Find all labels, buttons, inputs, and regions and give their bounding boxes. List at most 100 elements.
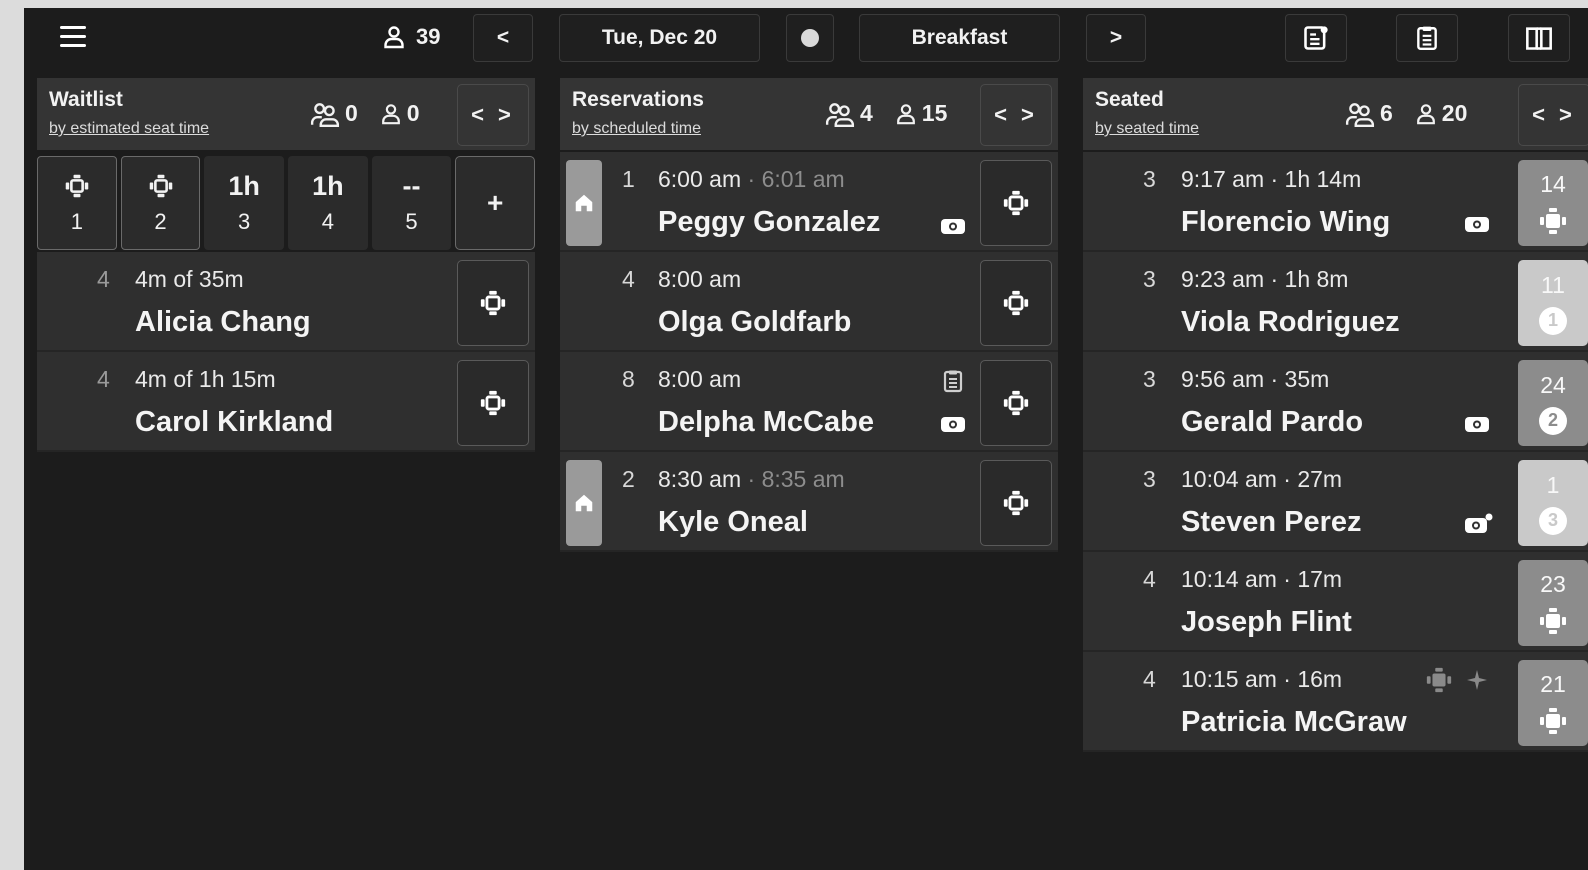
slot-number: 2 [154, 209, 167, 234]
seat-guest-button[interactable] [980, 460, 1052, 546]
table-icon [479, 389, 507, 417]
reservations-sort-link[interactable]: by scheduled time [572, 120, 701, 138]
slot-wait: 1h [312, 170, 344, 201]
home-icon [573, 492, 595, 514]
seat-guest-button[interactable] [457, 260, 529, 346]
parties-icon [1345, 101, 1375, 127]
seat-guest-button[interactable] [980, 260, 1052, 346]
table-icon [1538, 206, 1568, 236]
status-dot-icon [801, 29, 819, 47]
scheduled-time: 6:00 am [658, 166, 742, 192]
waitlist-slot[interactable]: 1h 4 [288, 156, 368, 250]
waitlist-title: Waitlist [49, 88, 123, 111]
seated-row[interactable]: 3 9:56 am · 35m Gerald Pardo 24 2 [1083, 352, 1588, 452]
party-size: 4 [1143, 666, 1156, 692]
reservations-counts: 4 15 [825, 100, 947, 127]
meal-selector-button[interactable]: Breakfast [859, 14, 1060, 62]
table-assignment[interactable]: 23 [1518, 560, 1588, 646]
total-covers-count: 39 [416, 24, 441, 49]
seated-expand-toggle[interactable]: < > [1518, 84, 1588, 146]
table-number: 23 [1540, 570, 1566, 597]
reservation-row[interactable]: 4 8:00 am Olga Goldfarb [560, 252, 1058, 352]
seated-row[interactable]: 4 10:15 am · 16m Patricia McGraw 21 [1083, 652, 1588, 752]
waitlist-row[interactable]: 4 4m of 35m Alicia Chang [37, 252, 535, 352]
table-assignment[interactable]: 24 2 [1518, 360, 1588, 446]
reservation-time: 8:30 am · 8:35 am [658, 466, 845, 493]
party-size: 1 [622, 166, 635, 192]
next-service-button[interactable]: > [1086, 14, 1146, 62]
arrived-indicator[interactable] [566, 460, 602, 546]
seated-time: 9:23 am · 1h 8m [1181, 266, 1349, 292]
floor-plan-button[interactable] [1508, 14, 1570, 62]
menu-icon[interactable] [60, 26, 86, 48]
wait-time: 4m of 35m [135, 266, 244, 292]
table-assignment[interactable]: 1 3 [1518, 460, 1588, 546]
table-assignment[interactable]: 11 1 [1518, 260, 1588, 346]
party-size: 2 [622, 466, 635, 492]
seated-row[interactable]: 4 10:14 am · 17m Joseph Flint 23 [1083, 552, 1588, 652]
seated-time: 9:17 am · 1h 14m [1181, 166, 1362, 192]
camera-icon [940, 216, 966, 236]
seated-title: Seated [1095, 88, 1164, 111]
table-assignment[interactable]: 21 [1518, 660, 1588, 746]
reservations-parties: 4 [860, 100, 873, 126]
camera-add-icon [1465, 513, 1493, 533]
parties-icon [825, 101, 855, 127]
slot-number: 1 [70, 209, 83, 234]
status-dot-button[interactable] [786, 14, 834, 62]
clipboard-button[interactable] [1396, 14, 1458, 62]
seated-sort-link[interactable]: by seated time [1095, 120, 1199, 138]
seat-guest-button[interactable] [980, 160, 1052, 246]
table-number: 21 [1540, 670, 1566, 697]
waitlist-slot[interactable]: -- 5 [371, 156, 452, 250]
table-number: 24 [1540, 371, 1566, 398]
seat-guest-button[interactable] [457, 360, 529, 446]
reservations-expand-toggle[interactable]: < > [980, 84, 1052, 146]
reservation-row[interactable]: 1 6:00 am · 6:01 am Peggy Gonzalez [560, 152, 1058, 252]
seated-row[interactable]: 3 9:17 am · 1h 14m Florencio Wing 14 [1083, 152, 1588, 252]
slot-number: 4 [321, 209, 334, 234]
table-icon [148, 173, 174, 199]
slot-number: 3 [238, 209, 251, 234]
waitlist-expand-toggle[interactable]: < > [457, 84, 529, 146]
scheduled-time: 8:00 am [658, 266, 742, 292]
reservation-row[interactable]: 2 8:30 am · 8:35 am Kyle Oneal [560, 452, 1058, 552]
guest-name: Viola Rodriguez [1181, 306, 1400, 338]
waitlist-slot[interactable]: 2 [120, 156, 201, 250]
add-waitlist-button[interactable]: + [455, 156, 535, 250]
seated-row[interactable]: 3 10:04 am · 27m Steven Perez 1 3 [1083, 452, 1588, 552]
date-picker-button[interactable]: Tue, Dec 20 [559, 14, 760, 62]
waitlist-sort-link[interactable]: by estimated seat time [49, 120, 209, 138]
slot-wait: 1h [228, 170, 260, 201]
seat-guest-button[interactable] [980, 360, 1052, 446]
waitlist-row[interactable]: 4 4m of 1h 15m Carol Kirkland [37, 352, 535, 452]
seated-time: 9:56 am · 35m [1181, 366, 1330, 392]
guest-name: Kyle Oneal [658, 506, 808, 538]
seated-row[interactable]: 3 9:23 am · 1h 8m Viola Rodriguez 11 1 [1083, 252, 1588, 352]
reservation-row[interactable]: 8 8:00 am Delpha McCabe [560, 352, 1058, 452]
total-covers: 39 [382, 24, 440, 50]
camera-icon [1464, 214, 1490, 234]
table-icon [1002, 289, 1030, 317]
arrived-indicator[interactable] [566, 160, 602, 246]
sparkle-icon [1467, 670, 1487, 690]
reservation-time: 8:00 am [658, 266, 741, 293]
guest-name: Joseph Flint [1181, 606, 1352, 638]
notes-button[interactable] [1285, 14, 1347, 62]
home-icon [573, 192, 595, 214]
seated-panel: Seated by seated time 6 20 < > 3 9:17 am… [1083, 78, 1588, 752]
camera-icon [1464, 414, 1490, 434]
book-icon [1526, 27, 1552, 50]
waitlist-panel: Waitlist by estimated seat time 0 0 < > … [37, 78, 535, 452]
table-number: 11 [1541, 271, 1565, 298]
waitlist-slot[interactable]: 1 [37, 156, 117, 250]
previous-service-button[interactable]: < [473, 14, 533, 62]
waitlist-slot[interactable]: 1h 3 [204, 156, 284, 250]
arrival-time: 8:35 am [761, 466, 845, 492]
table-assignment[interactable]: 14 [1518, 160, 1588, 246]
clipboard-icon [1414, 24, 1440, 52]
scheduled-time: 8:00 am [658, 366, 742, 392]
seated-header: Seated by seated time 6 20 < > [1083, 78, 1588, 152]
table-icon [1538, 706, 1568, 736]
table-number: 1 [1546, 471, 1560, 498]
